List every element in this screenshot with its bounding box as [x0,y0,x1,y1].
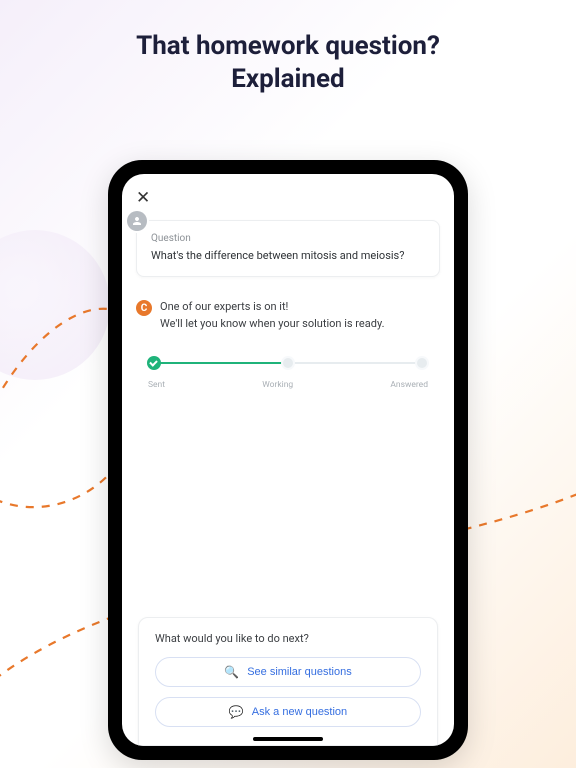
tablet-frame: ✕ Question What's the difference between… [108,160,468,760]
question-text: What's the difference between mitosis an… [151,249,425,262]
chat-icon: 💬 [229,705,244,719]
magnifier-icon: 🔍 [224,665,239,679]
ask-new-button[interactable]: 💬 Ask a new question [155,697,421,727]
stage-working: Working [262,380,293,390]
headline-line1: That homework question? [0,30,576,63]
progress-line-todo [282,362,422,364]
promo-canvas: That homework question? Explained ✕ Ques… [0,0,576,768]
progress-node-answered [417,358,427,368]
progress-tracker: Sent Working Answered [136,356,440,390]
see-similar-button[interactable]: 🔍 See similar questions [155,657,421,687]
expert-line2: We'll let you know when your solution is… [160,316,384,333]
expert-status: C One of our experts is on it! We'll let… [136,299,440,332]
progress-line-done [154,362,283,364]
bg-circle [0,230,110,380]
user-avatar-icon [127,211,147,231]
see-similar-label: See similar questions [247,666,352,678]
home-indicator [253,737,323,741]
headline-line2: Explained [0,63,576,96]
close-icon[interactable]: ✕ [136,188,150,208]
question-label: Question [151,233,425,244]
progress-node-sent [147,356,161,370]
stage-answered: Answered [390,380,428,390]
expert-line1: One of our experts is on it! [160,299,384,316]
question-card: Question What's the difference between m… [136,220,440,277]
next-actions-card: What would you like to do next? 🔍 See si… [138,617,438,746]
app-screen: ✕ Question What's the difference between… [122,174,454,746]
next-title: What would you like to do next? [155,632,421,645]
headline: That homework question? Explained [0,30,576,95]
company-badge-icon: C [136,300,152,316]
progress-node-working [283,358,293,368]
ask-new-label: Ask a new question [252,706,347,718]
stage-sent: Sent [148,380,165,390]
